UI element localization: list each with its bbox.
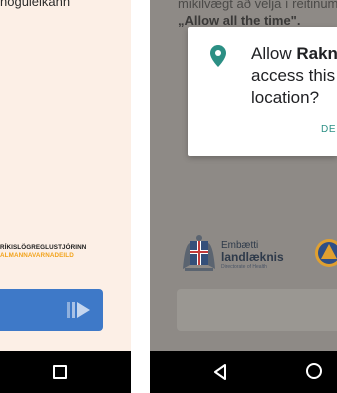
left-phone-screen: nóguleikann RÍKISLÖGREGLUSTJÓRINN ALMANN… [0,0,131,393]
continue-button[interactable] [0,289,103,331]
agency-department: ALMANNAVARNADEILD [0,252,74,259]
civil-protection-logo [315,239,337,267]
location-pin-icon [210,45,226,72]
logo-line-2: landlæknis [221,250,284,264]
agency-logo: RÍKISLÖGREGLUSTJÓRINN ALMANNAVARNADEILD [0,244,131,259]
coat-of-arms-icon [183,235,215,271]
disabled-continue-button [177,289,337,331]
navigation-bar [0,351,131,393]
home-circle-icon[interactable] [306,363,322,379]
instruction-text: mikilvægt að velja í reitinum „Allow all… [178,0,337,29]
deny-button[interactable]: DE [321,124,336,135]
message-line-3: location? [251,88,320,107]
navigation-bar [150,351,337,393]
message-line-2: access this [251,66,336,85]
right-phone-screen: mikilvægt að velja í reitinum „Allow all… [150,0,337,393]
allow-prefix: Allow [251,44,297,63]
permission-message: Allow Rakn access this location? [251,43,337,109]
agency-name: RÍKISLÖGREGLUSTJÓRINN [0,244,87,251]
play-skip-icon [67,301,91,324]
logo-line-3: Directorate of Health [221,264,267,270]
location-permission-dialog: Allow Rakn access this location? DE [188,27,337,156]
instruction-line-1: mikilvægt að velja í reitinum [178,0,337,11]
app-name: Rakn [296,44,337,63]
recents-square-icon[interactable] [53,365,67,379]
intro-text: nóguleikann [0,0,71,9]
landlaeknir-logo: Embætti landlæknis Directorate of Health [181,233,284,275]
back-triangle-icon[interactable] [213,364,227,385]
